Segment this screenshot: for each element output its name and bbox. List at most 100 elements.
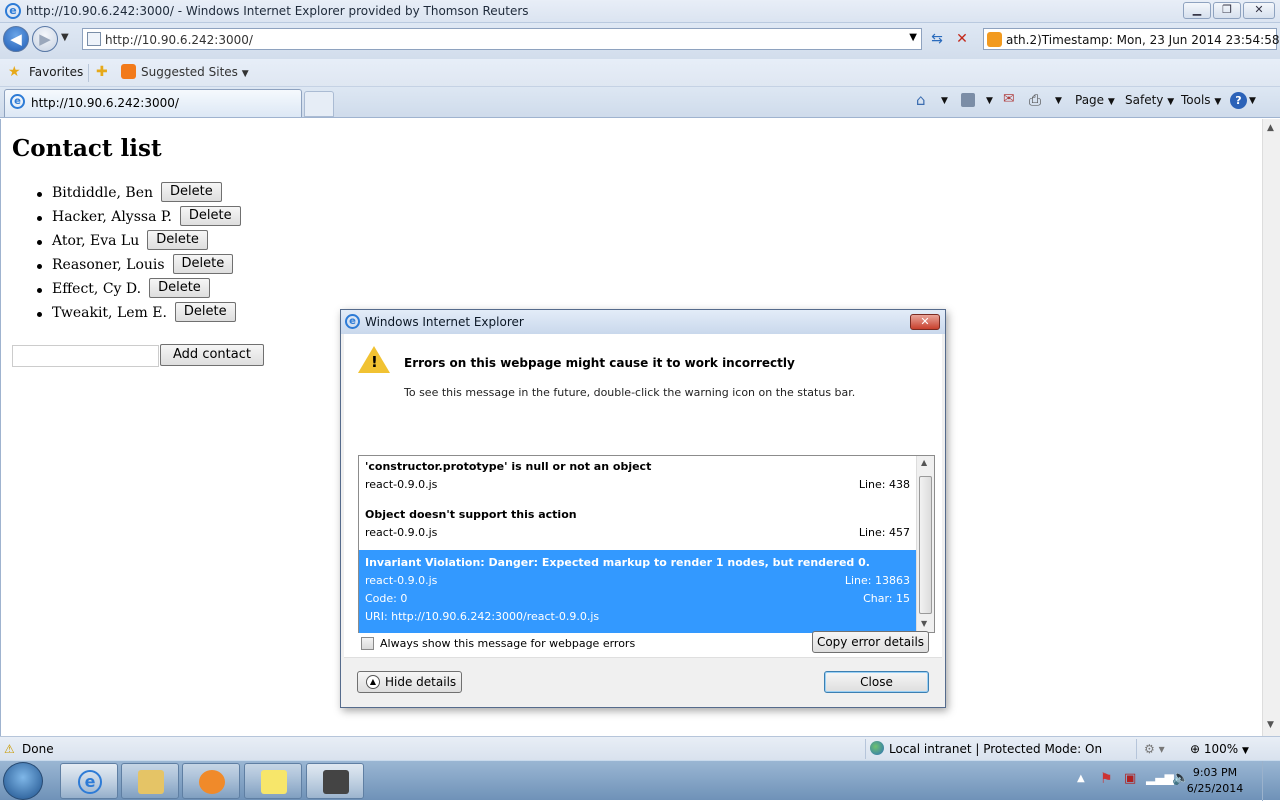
clock-date: 6/25/2014: [1186, 782, 1244, 795]
error-line: Line: 13863: [844, 574, 910, 587]
error-uri: URI: http://10.90.6.242:3000/react-0.9.0…: [365, 610, 600, 623]
error-item[interactable]: 'constructor.prototype' is null or not a…: [359, 456, 916, 504]
add-contact-button[interactable]: Add contact: [160, 344, 264, 366]
add-to-favorites-icon[interactable]: ✚: [96, 64, 108, 80]
delete-button[interactable]: Delete: [147, 230, 208, 250]
search-text: ath.2)Timestamp: Mon, 23 Jun 2014 23:54:…: [1006, 33, 1280, 47]
window-close-button[interactable]: ✕: [1243, 2, 1275, 19]
clock-time: 9:03 PM: [1192, 766, 1238, 779]
clock[interactable]: 9:03 PM 6/25/2014: [1180, 765, 1250, 797]
safety-menu[interactable]: Safety ▼: [1125, 93, 1174, 107]
address-url: http://10.90.6.242:3000/: [105, 33, 253, 47]
delete-button[interactable]: Delete: [161, 182, 222, 202]
error-list-scrollbar[interactable]: ▲ ▼: [916, 456, 934, 632]
separator: [865, 739, 866, 759]
page-menu[interactable]: Page ▼: [1075, 93, 1115, 107]
delete-button[interactable]: Delete: [179, 206, 241, 226]
forward-button[interactable]: ▶: [32, 26, 58, 52]
minimize-button[interactable]: ▁: [1183, 2, 1211, 19]
taskbar-ie-button[interactable]: e: [60, 763, 118, 799]
help-icon[interactable]: ?: [1230, 92, 1247, 109]
contact-name: Tweakit, Lem E.: [52, 305, 167, 321]
feeds-icon[interactable]: [961, 93, 975, 107]
intranet-icon: [870, 741, 884, 755]
search-box[interactable]: ath.2)Timestamp: Mon, 23 Jun 2014 23:54:…: [983, 28, 1280, 50]
window-title-bar: e http://10.90.6.242:3000/ - Windows Int…: [0, 0, 1280, 23]
always-show-checkbox[interactable]: [361, 637, 374, 650]
signal-icon[interactable]: ▂▄▆: [1146, 771, 1174, 785]
print-icon[interactable]: ⎙: [1029, 91, 1041, 109]
close-icon: ✕: [1254, 3, 1264, 16]
back-button[interactable]: ◀: [3, 26, 29, 52]
address-bar[interactable]: http://10.90.6.242:3000/ ▼: [82, 28, 922, 50]
sticky-notes-icon: [261, 770, 287, 794]
scroll-up-icon[interactable]: ▲: [921, 458, 927, 467]
error-file: react-0.9.0.js: [365, 478, 438, 491]
page-scrollbar[interactable]: ▲ ▼: [1262, 119, 1280, 736]
new-tab-button[interactable]: [304, 91, 334, 117]
help-dropdown-icon[interactable]: ▼: [1249, 96, 1256, 106]
dialog-close-action-button[interactable]: Close: [824, 671, 929, 693]
taskbar-media-button[interactable]: [182, 763, 240, 799]
security-zone[interactable]: Local intranet | Protected Mode: On: [889, 742, 1102, 756]
error-file: react-0.9.0.js: [365, 526, 438, 539]
media-player-icon: [199, 770, 225, 794]
zoom-icon: ⊕: [1190, 742, 1201, 756]
contact-item: Tweakit, Lem E. Delete: [37, 301, 241, 325]
new-contact-input[interactable]: [12, 345, 159, 367]
contact-item: Effect, Cy D. Delete: [37, 277, 241, 301]
stop-icon[interactable]: ✕: [951, 28, 973, 50]
delete-button[interactable]: Delete: [174, 302, 236, 322]
mail-icon[interactable]: ✉: [1003, 91, 1015, 107]
error-message: 'constructor.prototype' is null or not a…: [365, 460, 652, 473]
delete-button[interactable]: Delete: [149, 278, 210, 298]
maximize-button[interactable]: ❐: [1213, 2, 1241, 19]
history-dropdown-icon[interactable]: ▼: [61, 32, 69, 43]
dialog-close-button[interactable]: ✕: [910, 314, 940, 330]
error-item[interactable]: Object doesn't support this action react…: [359, 504, 916, 549]
show-desktop-button[interactable]: [1262, 761, 1280, 801]
error-dialog: e Windows Internet Explorer ✕ ! Errors o…: [340, 309, 946, 708]
tab-current[interactable]: e http://10.90.6.242:3000/: [4, 89, 302, 117]
scroll-up-icon[interactable]: ▲: [1267, 123, 1274, 133]
warning-icon[interactable]: ⚠: [4, 742, 15, 756]
copy-error-details-button[interactable]: Copy error details: [812, 631, 929, 653]
terminal-icon: [323, 770, 349, 794]
show-hidden-icons-icon[interactable]: ▲: [1077, 773, 1085, 784]
tools-menu-label: Tools: [1181, 93, 1211, 107]
taskbar-explorer-button[interactable]: [121, 763, 179, 799]
scroll-thumb[interactable]: [919, 476, 932, 614]
hide-details-button[interactable]: ▲ Hide details: [357, 671, 462, 693]
zoom-control[interactable]: ⊕ 100% ▼: [1190, 742, 1249, 756]
print-dropdown-icon[interactable]: ▼: [1055, 96, 1062, 106]
tools-menu[interactable]: Tools ▼: [1181, 93, 1221, 107]
start-button[interactable]: [3, 762, 43, 800]
protected-mode-icon[interactable]: ⚙ ▾: [1144, 742, 1165, 756]
home-dropdown-icon[interactable]: ▼: [941, 96, 948, 106]
suggested-sites-button[interactable]: Suggested Sites ▼: [141, 65, 249, 79]
ie-logo-icon: e: [5, 3, 21, 19]
dialog-title-bar: e Windows Internet Explorer ✕: [341, 310, 945, 334]
address-dropdown-icon[interactable]: ▼: [909, 32, 917, 43]
home-icon[interactable]: ⌂: [916, 91, 926, 109]
favorites-button[interactable]: Favorites: [29, 65, 83, 79]
dialog-body: ! Errors on this webpage might cause it …: [344, 334, 942, 657]
contact-item: Reasoner, Louis Delete: [37, 253, 241, 277]
error-list[interactable]: 'constructor.prototype' is null or not a…: [358, 455, 935, 633]
scroll-down-icon[interactable]: ▼: [1267, 720, 1274, 730]
contact-name: Effect, Cy D.: [52, 281, 142, 297]
suggested-sites-icon: [121, 64, 136, 79]
action-center-icon[interactable]: ⚑: [1100, 771, 1113, 787]
network-warning-icon[interactable]: ▣: [1124, 771, 1136, 786]
taskbar-notes-button[interactable]: [244, 763, 302, 799]
dialog-heading: Errors on this webpage might cause it to…: [404, 356, 795, 370]
error-line: Line: 438: [858, 478, 910, 491]
compatibility-view-icon[interactable]: ⇆: [926, 28, 948, 50]
delete-button[interactable]: Delete: [172, 254, 234, 274]
scroll-down-icon[interactable]: ▼: [921, 619, 927, 628]
error-item-selected[interactable]: Invariant Violation: Danger: Expected ma…: [359, 550, 916, 633]
taskbar-terminal-button[interactable]: [306, 763, 364, 799]
search-provider-icon: [987, 32, 1002, 47]
feeds-dropdown-icon[interactable]: ▼: [986, 96, 993, 106]
forward-arrow-icon: ▶: [39, 30, 51, 48]
